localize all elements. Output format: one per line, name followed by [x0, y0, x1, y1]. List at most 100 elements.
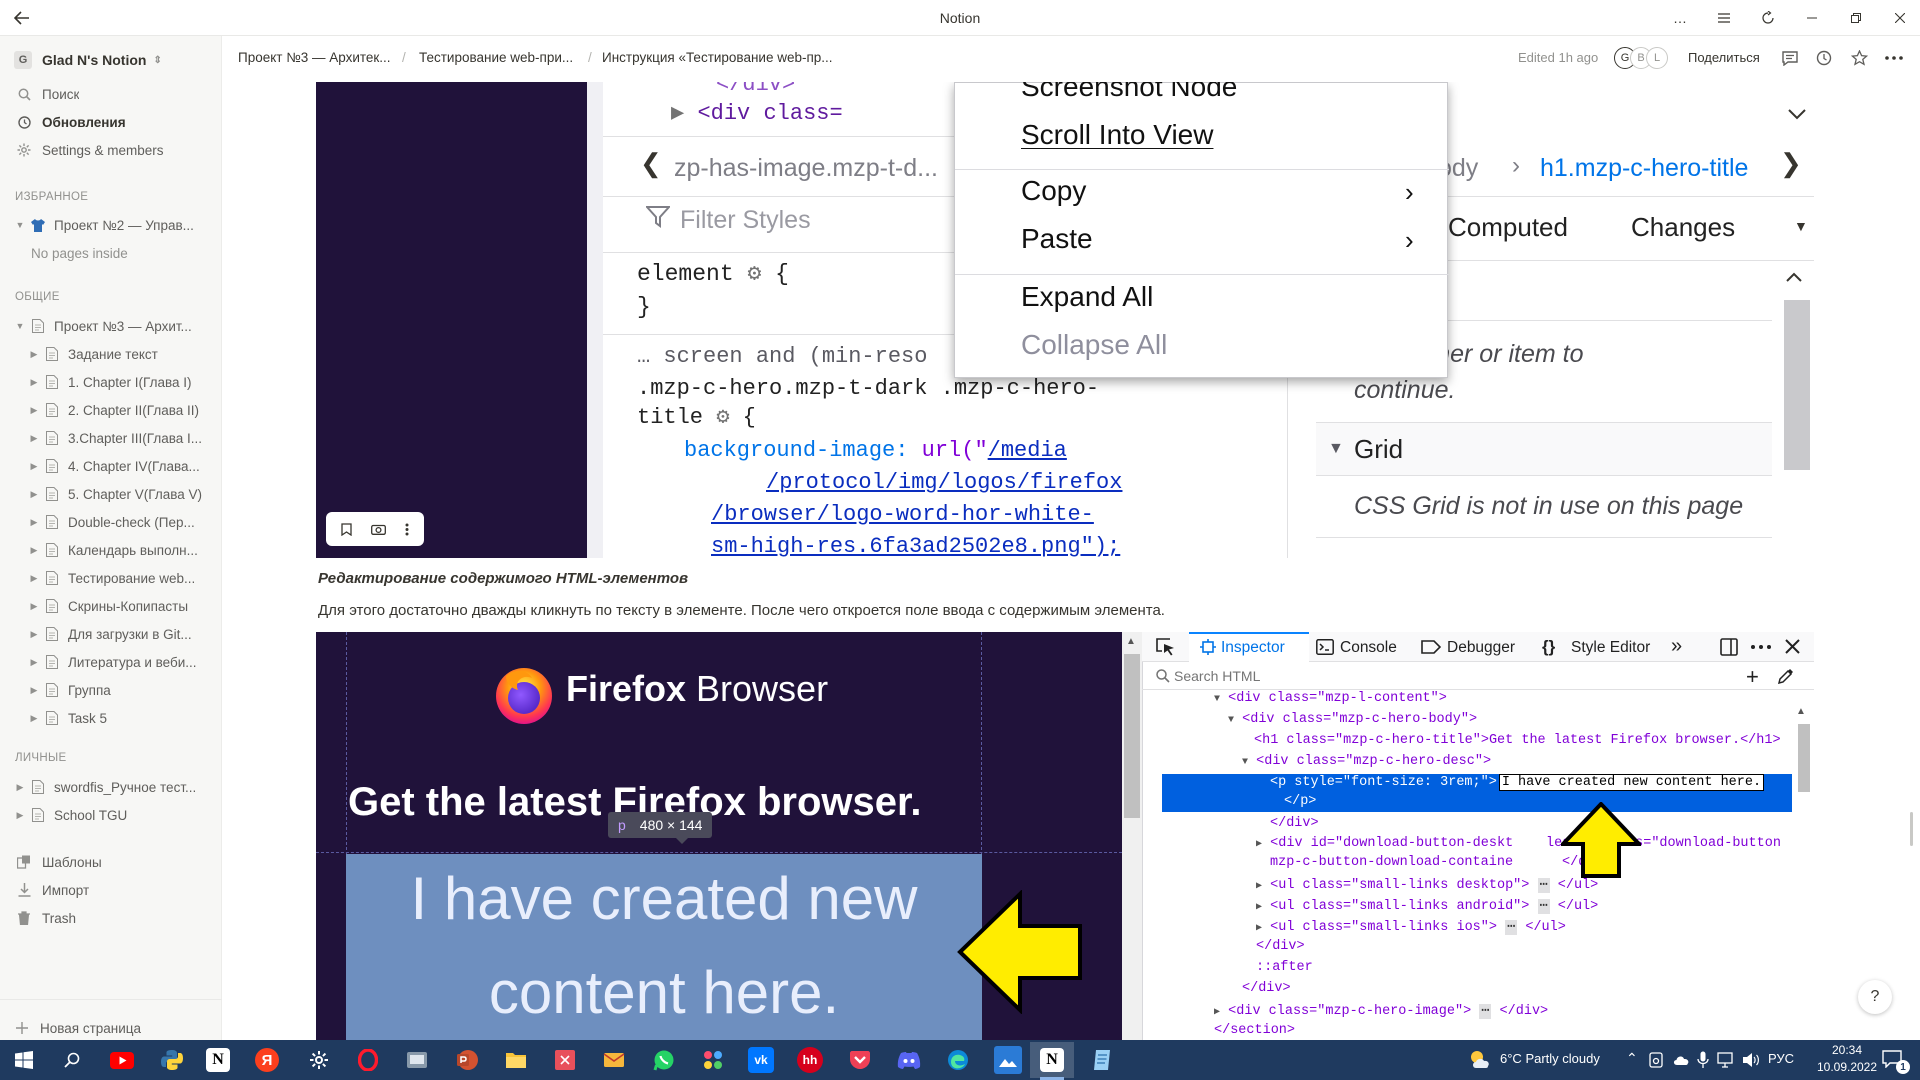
devtools-menu-icon[interactable]	[1751, 645, 1771, 649]
tree-node[interactable]: </div>	[1270, 816, 1319, 831]
tab-changes[interactable]: Changes	[1631, 212, 1735, 243]
sidebar-item-page[interactable]: ▶ Double-check (Пер...	[0, 510, 222, 534]
expand-triangle-icon[interactable]: ▶	[28, 600, 40, 612]
opera-icon[interactable]	[354, 1046, 382, 1074]
tree-node-pseudo[interactable]: ::after	[1256, 960, 1313, 975]
close-button[interactable]	[1885, 6, 1915, 30]
tree-node[interactable]: </div>	[1256, 939, 1305, 954]
star-icon[interactable]	[1847, 46, 1871, 70]
sidebar-item-page[interactable]: ▶ Календарь выполн...	[0, 538, 222, 562]
whatsapp-icon[interactable]	[650, 1046, 678, 1074]
comment-icon[interactable]	[1778, 46, 1802, 70]
tree-node[interactable]: ▶ <div id="download-button-deskt	[1256, 836, 1513, 851]
expand-triangle-icon[interactable]: ▶	[28, 460, 40, 472]
css-url[interactable]: /protocol/img/logos/firefox	[766, 470, 1122, 495]
tab-computed[interactable]: Computed	[1448, 212, 1568, 243]
workspace-switcher[interactable]: G Glad N's Notion ⇕	[14, 50, 162, 70]
tree-node[interactable]: ▶ <ul class="small-links android"> ⋯ </u…	[1256, 897, 1598, 914]
tab-debugger[interactable]: Debugger	[1447, 639, 1515, 657]
weather-icon[interactable]	[1468, 1048, 1494, 1070]
new-page-button[interactable]: Новая страница	[0, 1016, 222, 1040]
sidebar-item-page[interactable]: ▶ Task 5	[0, 706, 222, 730]
sidebar-item-page[interactable]: ▶ Литература и веби...	[0, 650, 222, 674]
tree-node[interactable]: ▼ <div class="mzp-l-content">	[1214, 691, 1447, 706]
tray-chevron-icon[interactable]: ⌃	[1626, 1050, 1638, 1067]
more-icon[interactable]: …	[1665, 6, 1695, 30]
menu-item-screenshot-node[interactable]: Screenshot Node	[1021, 82, 1237, 103]
hh-icon[interactable]: hh	[797, 1047, 823, 1073]
breadcrumb-item[interactable]: Тестирование web-при...	[419, 50, 573, 65]
sidebar-item-page[interactable]: ▼ Проект №3 — Архит...	[0, 314, 222, 338]
kebab-icon[interactable]	[405, 523, 409, 536]
sidebar-item-private[interactable]: ▶ School TGU	[0, 803, 222, 827]
scroll-up-icon[interactable]: ▲	[1796, 706, 1806, 717]
sidebar-item-page[interactable]: ▶ Скрины-Копипасты	[0, 594, 222, 618]
scrollbar-thumb[interactable]	[1798, 724, 1810, 792]
notepad-icon[interactable]	[1089, 1046, 1117, 1074]
cloud-icon[interactable]	[1672, 1053, 1690, 1066]
tree-node[interactable]: </p>	[1284, 794, 1316, 809]
css-url[interactable]: sm-high-res.6fa3ad2502e8.png");	[711, 534, 1120, 558]
scrollbar-thumb[interactable]	[1124, 654, 1140, 818]
more-tabs-icon[interactable]: »	[1671, 635, 1682, 658]
tree-node-selected[interactable]: <p style="font-size: 3rem;"> I have creat…	[1270, 774, 1765, 791]
expand-triangle-icon[interactable]: ▼	[14, 320, 26, 332]
app-grid-icon[interactable]	[699, 1046, 727, 1074]
tree-node[interactable]: </div>	[1242, 981, 1291, 996]
filter-styles-input[interactable]: Filter Styles	[680, 206, 811, 235]
clock-time[interactable]: 20:34	[1812, 1043, 1882, 1057]
expand-triangle-icon[interactable]: ▶	[28, 656, 40, 668]
avatar-group[interactable]: G B L	[1614, 47, 1670, 69]
tree-node[interactable]: </section>	[1214, 1023, 1295, 1038]
sidebar-item-page[interactable]: ▶ Для загрузки в Git...	[0, 622, 222, 646]
scroll-up-icon[interactable]: ▲	[1126, 636, 1136, 647]
file-explorer-icon[interactable]	[502, 1046, 530, 1074]
share-button[interactable]: Поделиться	[1688, 50, 1760, 65]
sidebar-item-page[interactable]: ▶ 4. Chapter IV(Глава...	[0, 454, 222, 478]
volume-icon[interactable]	[1742, 1052, 1760, 1068]
breadcrumb-back-icon[interactable]: ❮	[640, 148, 662, 179]
sidebar-item-trash[interactable]: Trash	[0, 906, 222, 930]
network-icon[interactable]	[1717, 1052, 1735, 1068]
notion-active-icon[interactable]: N	[1040, 1048, 1064, 1072]
expand-triangle-icon[interactable]: ▶	[28, 544, 40, 556]
discord-icon[interactable]	[895, 1046, 923, 1074]
sidebar-item-page[interactable]: ▶ 1. Chapter I(Глава I)	[0, 370, 222, 394]
expand-triangle-icon[interactable]: ▶	[28, 516, 40, 528]
dock-icon[interactable]	[1720, 638, 1738, 656]
tree-node[interactable]: ▶ <div class="mzp-c-hero-image"> ⋯ </div…	[1214, 1002, 1548, 1019]
app-icon[interactable]	[403, 1046, 431, 1074]
expand-triangle-icon[interactable]: ▶	[28, 572, 40, 584]
camera-icon[interactable]	[371, 523, 386, 535]
mail-icon[interactable]	[600, 1046, 628, 1074]
expand-triangle-icon[interactable]: ▶	[28, 432, 40, 444]
expand-triangle-icon[interactable]: ▶	[28, 404, 40, 416]
breadcrumb-forward-icon[interactable]: ❯	[1780, 148, 1802, 179]
sidebar-item-settings[interactable]: Settings & members	[0, 138, 222, 162]
expand-triangle-icon[interactable]: ▶	[14, 781, 26, 793]
expand-triangle-icon[interactable]: ▶	[28, 488, 40, 500]
tray-app-icon[interactable]	[1648, 1052, 1664, 1068]
sidebar-item-favorite[interactable]: ▼ Проект №2 — Управ...	[0, 213, 222, 237]
tree-node[interactable]: ▶ <ul class="small-links ios"> ⋯ </ul>	[1256, 918, 1566, 935]
collapse-triangle-icon[interactable]: ▼	[1328, 440, 1344, 458]
sidebar-item-templates[interactable]: Шаблоны	[0, 850, 222, 874]
breadcrumb-item[interactable]: Проект №3 — Архитек...	[238, 50, 391, 65]
tree-node[interactable]: <h1 class="mzp-c-hero-title">Get the lat…	[1254, 733, 1781, 748]
menu-icon[interactable]	[1709, 6, 1739, 30]
yandex-browser-icon[interactable]: Я	[255, 1048, 279, 1072]
input-language[interactable]: РУС	[1768, 1051, 1794, 1066]
help-button[interactable]: ?	[1858, 980, 1892, 1014]
sidebar-item-page[interactable]: ▶ 5. Chapter V(Глава V)	[0, 482, 222, 506]
windows-start-icon[interactable]	[10, 1046, 38, 1074]
breadcrumb-h1[interactable]: h1.mzp-c-hero-title	[1540, 154, 1748, 183]
close-devtools-icon[interactable]	[1785, 639, 1800, 654]
css-url[interactable]: /browser/logo-word-hor-white-	[711, 502, 1094, 527]
tree-node[interactable]: ▼ <div class="mzp-c-hero-body">	[1228, 712, 1477, 727]
tab-style-editor[interactable]: Style Editor	[1571, 639, 1650, 657]
menu-item-paste[interactable]: Paste	[1021, 223, 1093, 255]
tab-console[interactable]: Console	[1340, 639, 1397, 657]
history-icon[interactable]	[1812, 46, 1836, 70]
tree-node[interactable]: ▶ <ul class="small-links desktop"> ⋯ </u…	[1256, 876, 1598, 893]
sidebar-item-import[interactable]: Импорт	[0, 878, 222, 902]
